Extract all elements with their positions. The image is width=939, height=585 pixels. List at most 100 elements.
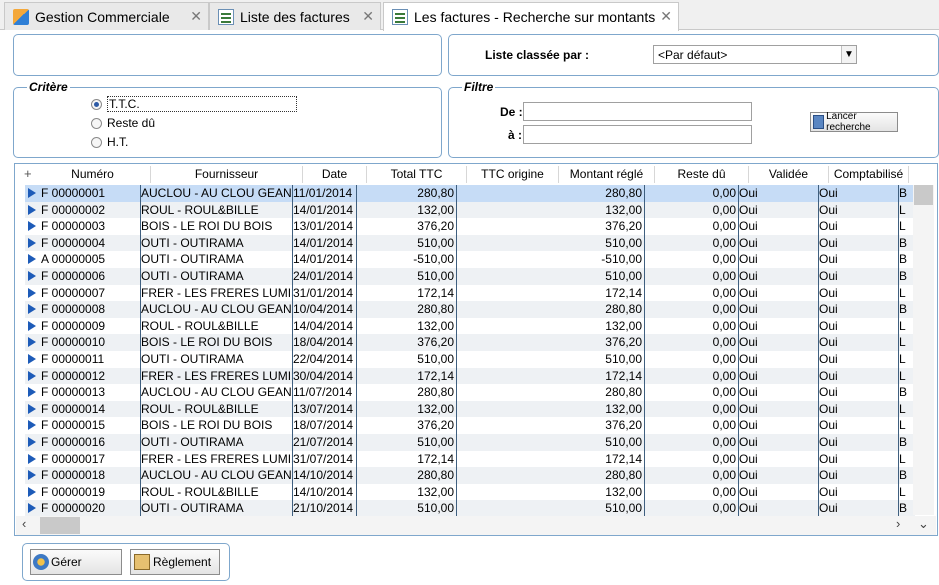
table-cell: F 00000006 bbox=[25, 268, 141, 285]
column-header[interactable]: Montant réglé bbox=[559, 166, 655, 183]
table-cell: 280,80 bbox=[357, 467, 457, 484]
table-cell: F 00000011 bbox=[25, 351, 141, 368]
table-cell: 172,14 bbox=[549, 450, 645, 468]
table-cell bbox=[457, 434, 549, 451]
payment-button[interactable]: Règlement bbox=[130, 549, 220, 575]
tab-label: Les factures - Recherche sur montants bbox=[414, 9, 656, 25]
close-icon[interactable]: ✕ bbox=[190, 8, 202, 25]
gear-icon bbox=[33, 554, 49, 570]
table-cell: 31/01/2014 bbox=[293, 284, 357, 302]
table-cell: Oui bbox=[819, 384, 899, 401]
table-row[interactable]: F 00000007FRER - LES FRERES LUMIERE31/01… bbox=[25, 284, 915, 302]
table-cell: 510,00 bbox=[549, 268, 645, 285]
table-cell: Oui bbox=[739, 367, 819, 385]
table-cell: OUTI - OUTIRAMA bbox=[141, 251, 293, 268]
document-icon bbox=[392, 9, 408, 25]
manage-button-label: Gérer bbox=[51, 555, 82, 569]
table-row[interactable]: F 00000016 OUTI - OUTIRAMA 21/07/2014 510,0… bbox=[25, 434, 915, 451]
table-row[interactable]: F 00000009 ROUL - ROUL&BILLE 14/04/2014 132… bbox=[25, 317, 915, 335]
table-cell: 376,20 bbox=[549, 334, 645, 351]
table-cell bbox=[457, 185, 549, 202]
column-header[interactable]: Comptabilisé bbox=[829, 166, 909, 183]
column-header[interactable]: Reste dû bbox=[655, 166, 749, 183]
column-header[interactable]: Fournisseur bbox=[151, 166, 303, 183]
to-input[interactable] bbox=[523, 125, 752, 144]
radio-ht[interactable]: H.T. bbox=[91, 135, 128, 149]
from-input[interactable] bbox=[523, 102, 752, 121]
table-cell: Oui bbox=[819, 450, 899, 468]
table-row[interactable]: F 00000002 ROUL - ROUL&BILLE 14/01/2014 132… bbox=[25, 201, 915, 219]
table-cell bbox=[457, 301, 549, 318]
column-header[interactable]: Date bbox=[303, 166, 367, 183]
table-cell: Oui bbox=[739, 483, 819, 501]
table-cell: 510,00 bbox=[549, 434, 645, 451]
scroll-thumb[interactable] bbox=[914, 185, 933, 205]
close-icon[interactable]: ✕ bbox=[362, 8, 374, 25]
table-cell: FRER - LES FRERES LUMIERE bbox=[141, 450, 293, 468]
table-row[interactable]: F 00000018 AUCLOU - AU CLOU GEANT 14/10/20… bbox=[25, 467, 915, 484]
tab-gestion-commerciale[interactable]: Gestion Commerciale ✕ bbox=[4, 2, 209, 30]
radio-ttc[interactable]: T.T.C. bbox=[91, 96, 297, 112]
radio-icon bbox=[91, 136, 102, 148]
table-row[interactable]: F 00000019 ROUL - ROUL&BILLE 14/10/2014 132… bbox=[25, 483, 915, 501]
search-button[interactable]: Lancer recherche bbox=[810, 111, 898, 133]
table-row[interactable]: F 00000003 BOIS - LE ROI DU BOIS 13/01/201… bbox=[25, 218, 915, 235]
tab-recherche-montants[interactable]: Les factures - Recherche sur montants ✕ bbox=[383, 2, 679, 31]
table-cell bbox=[457, 384, 549, 401]
table-row[interactable]: F 00000017FRER - LES FRERES LUMIERE31/07… bbox=[25, 450, 915, 468]
table-cell: Oui bbox=[739, 284, 819, 302]
table-row[interactable]: F 00000012FRER - LES FRERES LUMIERE30/04… bbox=[25, 367, 915, 385]
horizontal-scrollbar[interactable]: ‹ bbox=[16, 516, 936, 535]
table-cell: Oui bbox=[739, 417, 819, 434]
table-cell: 132,00 bbox=[549, 317, 645, 335]
close-icon[interactable]: ✕ bbox=[660, 8, 672, 25]
table-cell: Oui bbox=[819, 185, 899, 202]
table-cell: 11/01/2014 bbox=[293, 185, 357, 202]
chevron-down-icon[interactable]: ⌄ bbox=[918, 516, 929, 532]
table-row[interactable]: F 00000006 OUTI - OUTIRAMA 24/01/2014 510,0… bbox=[25, 268, 915, 285]
table-cell: Oui bbox=[739, 185, 819, 202]
table-cell: 376,20 bbox=[357, 334, 457, 351]
table-row[interactable]: F 00000001 AUCLOU - AU CLOU GEANT 11/01/20… bbox=[25, 185, 915, 202]
table-cell: 0,00 bbox=[645, 351, 739, 368]
hourglass-icon bbox=[813, 115, 825, 129]
table-row[interactable]: F 00000014 ROUL - ROUL&BILLE 13/07/2014 132… bbox=[25, 400, 915, 418]
scroll-thumb[interactable] bbox=[40, 517, 80, 534]
table-cell: -510,00 bbox=[357, 251, 457, 268]
table-cell: OUTI - OUTIRAMA bbox=[141, 434, 293, 451]
chevron-down-icon[interactable]: ▼ bbox=[841, 46, 856, 63]
column-header[interactable]: TTC origine bbox=[467, 166, 559, 183]
tab-liste-des-factures[interactable]: Liste des factures ✕ bbox=[209, 2, 381, 30]
table-row[interactable]: A 00000005 OUTI - OUTIRAMA 14/01/2014 -510,… bbox=[25, 251, 915, 268]
table-cell bbox=[457, 351, 549, 368]
table-row[interactable]: F 00000004 OUTI - OUTIRAMA 14/01/2014 510,0… bbox=[25, 234, 915, 252]
column-header[interactable]: Numéro bbox=[35, 166, 151, 183]
column-header[interactable]: Total TTC bbox=[367, 166, 467, 183]
table-cell: 280,80 bbox=[549, 384, 645, 401]
table-cell: Oui bbox=[739, 301, 819, 318]
table-row[interactable]: F 00000008 AUCLOU - AU CLOU GEANT 10/04/20… bbox=[25, 301, 915, 318]
table-cell: Oui bbox=[819, 234, 899, 252]
table-cell: 172,14 bbox=[549, 367, 645, 385]
filter-title: Filtre bbox=[462, 80, 496, 94]
table-cell: Oui bbox=[739, 317, 819, 335]
manage-button[interactable]: Gérer bbox=[30, 549, 122, 575]
table-row[interactable]: F 00000013 AUCLOU - AU CLOU GEANT 11/07/20… bbox=[25, 384, 915, 401]
vertical-scrollbar[interactable] bbox=[913, 185, 934, 515]
table-cell: 132,00 bbox=[549, 483, 645, 501]
table-row[interactable]: F 00000010 BOIS - LE ROI DU BOIS 18/04/201… bbox=[25, 334, 915, 351]
chevron-left-icon[interactable]: ‹ bbox=[22, 516, 26, 531]
column-header[interactable]: Validée bbox=[749, 166, 829, 183]
sort-select[interactable]: <Par défaut> ▼ bbox=[653, 45, 857, 64]
table-row[interactable]: F 00000020 OUTI - OUTIRAMA 21/10/2014 510,0… bbox=[25, 500, 915, 517]
table-row[interactable]: F 00000015 BOIS - LE ROI DU BOIS 18/07/201… bbox=[25, 417, 915, 434]
table-cell: OUTI - OUTIRAMA bbox=[141, 351, 293, 368]
radio-reste-du[interactable]: Reste dû bbox=[91, 116, 155, 130]
table-row[interactable]: F 00000011 OUTI - OUTIRAMA 22/04/2014 510,0… bbox=[25, 351, 915, 368]
table-cell: 14/01/2014 bbox=[293, 234, 357, 252]
chevron-right-icon[interactable]: › bbox=[896, 516, 900, 531]
table-cell: Oui bbox=[819, 351, 899, 368]
table-cell: 0,00 bbox=[645, 251, 739, 268]
table-cell: Oui bbox=[739, 218, 819, 235]
table-cell: 14/10/2014 bbox=[293, 483, 357, 501]
